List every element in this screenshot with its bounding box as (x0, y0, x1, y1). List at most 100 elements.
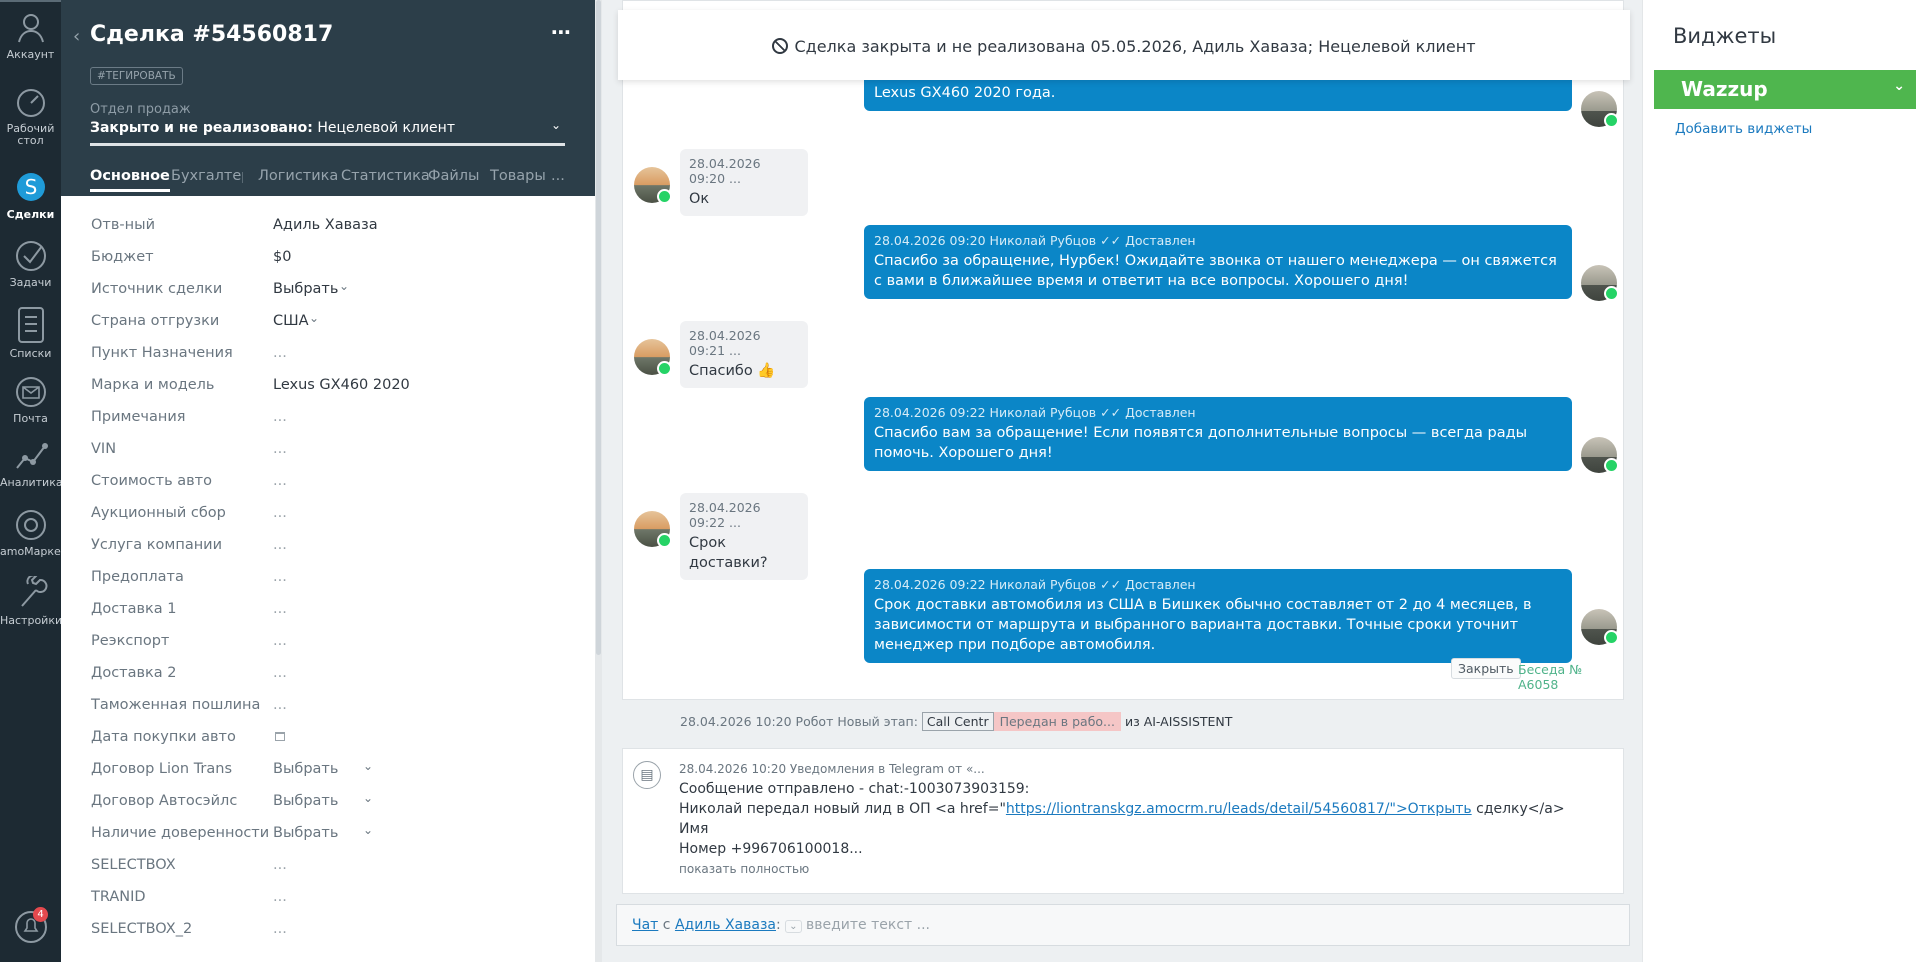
field-row[interactable]: Договор Автосэйлс Выбрать ⌄ (91, 786, 571, 818)
tabs-more[interactable]: ... (551, 168, 565, 184)
field-row[interactable]: Отв-ный Адиль Хаваза (91, 210, 571, 242)
field-row[interactable]: SELECTBOX_2... (91, 914, 571, 946)
field-row[interactable]: Дата покупки авто (91, 722, 571, 754)
tab-statistics[interactable]: Статистика (341, 168, 430, 184)
delivery-status: Доставлен (1125, 405, 1196, 420)
field-value[interactable]: Выбрать (273, 281, 338, 297)
nav-settings[interactable]: Настройки (0, 576, 62, 627)
back-chevron-icon[interactable]: ‹ (73, 26, 80, 47)
field-value[interactable]: ... (273, 921, 287, 937)
field-row[interactable]: Аукционный сбор... (91, 498, 571, 530)
field-row[interactable]: Бюджет $0 (91, 242, 571, 274)
add-widgets-link[interactable]: Добавить виджеты (1675, 121, 1812, 137)
tab-logistics[interactable]: Логистика (258, 168, 338, 184)
tab-files[interactable]: Файлы (428, 168, 480, 184)
field-label: Наличие доверенности (91, 825, 270, 841)
field-value[interactable]: ... (273, 537, 287, 553)
nav-market[interactable]: amoМаркет (0, 507, 67, 558)
field-value[interactable]: $0 (273, 249, 291, 265)
nav-mail[interactable]: Почта (0, 374, 61, 425)
field-row[interactable]: Наличие доверенности Выбрать ⌄ (91, 818, 571, 850)
deal-menu-icon[interactable]: ⋯ (551, 20, 571, 44)
nav-notifications[interactable]: 4 (0, 907, 61, 948)
field-row[interactable]: Стоимость авто... (91, 466, 571, 498)
field-label: Страна отгрузки (91, 313, 220, 329)
field-value[interactable]: ... (273, 697, 287, 713)
message-meta: 28.04.2026 09:22 Николай Рубцов (874, 405, 1097, 420)
field-value[interactable]: ... (273, 345, 287, 361)
nav-lists[interactable]: Списки (0, 305, 61, 360)
wazzup-widget[interactable]: Wazzup ⌄ (1654, 70, 1916, 109)
field-label: Предоплата (91, 569, 184, 585)
field-row[interactable]: Услуга компании... (91, 530, 571, 562)
widgets-title: Виджеты (1673, 24, 1777, 48)
field-label: Доставка 1 (91, 601, 177, 617)
field-row[interactable]: Таможенная пошлина... (91, 690, 571, 722)
deal-link[interactable]: https://liontranskgz.amocrm.ru/leads/det… (1006, 801, 1472, 817)
field-value[interactable]: ... (273, 889, 287, 905)
nav-tasks[interactable]: Задачи (0, 238, 61, 289)
tab-products[interactable]: Товары (490, 168, 546, 184)
field-row[interactable]: Страна отгрузки США ⌄ (91, 306, 571, 338)
field-value[interactable]: ... (273, 857, 287, 873)
field-value[interactable]: Адиль Хаваза (273, 217, 378, 233)
chevron-down-icon: ⌄ (550, 118, 561, 132)
nav-account[interactable]: Аккаунт (0, 10, 61, 61)
deal-title[interactable]: Сделка #54560817 (90, 22, 333, 47)
field-label: Примечания (91, 409, 186, 425)
field-row[interactable]: Пункт Назначения... (91, 338, 571, 370)
conversation-link[interactable]: Беседа № A6058 (1518, 662, 1623, 692)
field-value[interactable]: Выбрать (273, 793, 338, 809)
chevron-down-icon: ⌄ (1893, 78, 1905, 94)
composer-channel-link[interactable]: Чат (632, 917, 658, 933)
nav-lists-label: Списки (9, 347, 52, 360)
show-full-link[interactable]: показать полностью (679, 859, 1565, 879)
field-row[interactable]: Доставка 1... (91, 594, 571, 626)
field-row[interactable]: Предоплата... (91, 562, 571, 594)
tab-main[interactable]: Основное (90, 168, 170, 192)
field-value[interactable]: ... (273, 505, 287, 521)
message-meta: 28.04.2026 09:21 ... (689, 328, 761, 358)
chevron-down-icon: ⌄ (339, 279, 350, 293)
field-label: Реэкспорт (91, 633, 170, 649)
nav-desktop[interactable]: Рабочий стол (0, 86, 61, 147)
field-row[interactable]: Доставка 2... (91, 658, 571, 690)
composer-input[interactable]: введите текст ... (806, 917, 930, 933)
incoming-message: 28.04.2026 09:20 ... Ок (680, 149, 808, 216)
field-value[interactable]: ... (273, 633, 287, 649)
tab-accounting[interactable]: Бухгалтер (171, 168, 243, 184)
field-row[interactable]: Примечания... (91, 402, 571, 434)
field-value[interactable]: Выбрать (273, 825, 338, 841)
field-row[interactable]: TRANID... (91, 882, 571, 914)
field-row[interactable]: VIN... (91, 434, 571, 466)
field-row[interactable]: SELECTBOX... (91, 850, 571, 882)
field-value[interactable]: США (273, 313, 309, 329)
scroll-separator[interactable] (595, 0, 602, 962)
field-value[interactable]: ... (273, 473, 287, 489)
message-composer[interactable]: Чат с Адиль Хаваза: ⌄ введите текст ... (616, 904, 1630, 946)
field-value[interactable]: Lexus GX460 2020 (273, 377, 410, 393)
field-value[interactable]: ... (273, 601, 287, 617)
field-row[interactable]: Реэкспорт... (91, 626, 571, 658)
double-check-icon: ✓✓ (1100, 233, 1122, 248)
field-value[interactable]: ... (273, 441, 287, 457)
closed-banner-text: Сделка закрыта и не реализована 05.05.20… (794, 37, 1476, 56)
tag-button[interactable]: #ТЕГИРОВАТЬ (90, 67, 183, 85)
field-value[interactable]: ... (273, 569, 287, 585)
market-icon (15, 510, 46, 540)
composer-recipient-link[interactable]: Адиль Хаваза (675, 917, 776, 933)
notification-line: Сообщение отправлено - chat:-10030739031… (679, 781, 1030, 797)
field-row[interactable]: Марка и модель Lexus GX460 2020 (91, 370, 571, 402)
field-row[interactable]: Источник сделки Выбрать ⌄ (91, 274, 571, 306)
nav-analytics[interactable]: Аналитика (0, 438, 63, 489)
scrollbar-thumb[interactable] (596, 0, 601, 655)
field-value[interactable]: Выбрать (273, 761, 338, 777)
chevron-down-icon[interactable]: ⌄ (785, 920, 802, 933)
status-select[interactable]: Закрыто и не реализовано: Нецелевой клие… (90, 118, 565, 146)
field-value[interactable]: ... (273, 409, 287, 425)
nav-deals[interactable]: S Сделки (0, 168, 61, 221)
field-value[interactable]: ... (273, 665, 287, 681)
close-chat-button[interactable]: Закрыть (1451, 658, 1521, 679)
calendar-icon[interactable] (275, 732, 285, 741)
field-row[interactable]: Договор Lion Trans Выбрать ⌄ (91, 754, 571, 786)
